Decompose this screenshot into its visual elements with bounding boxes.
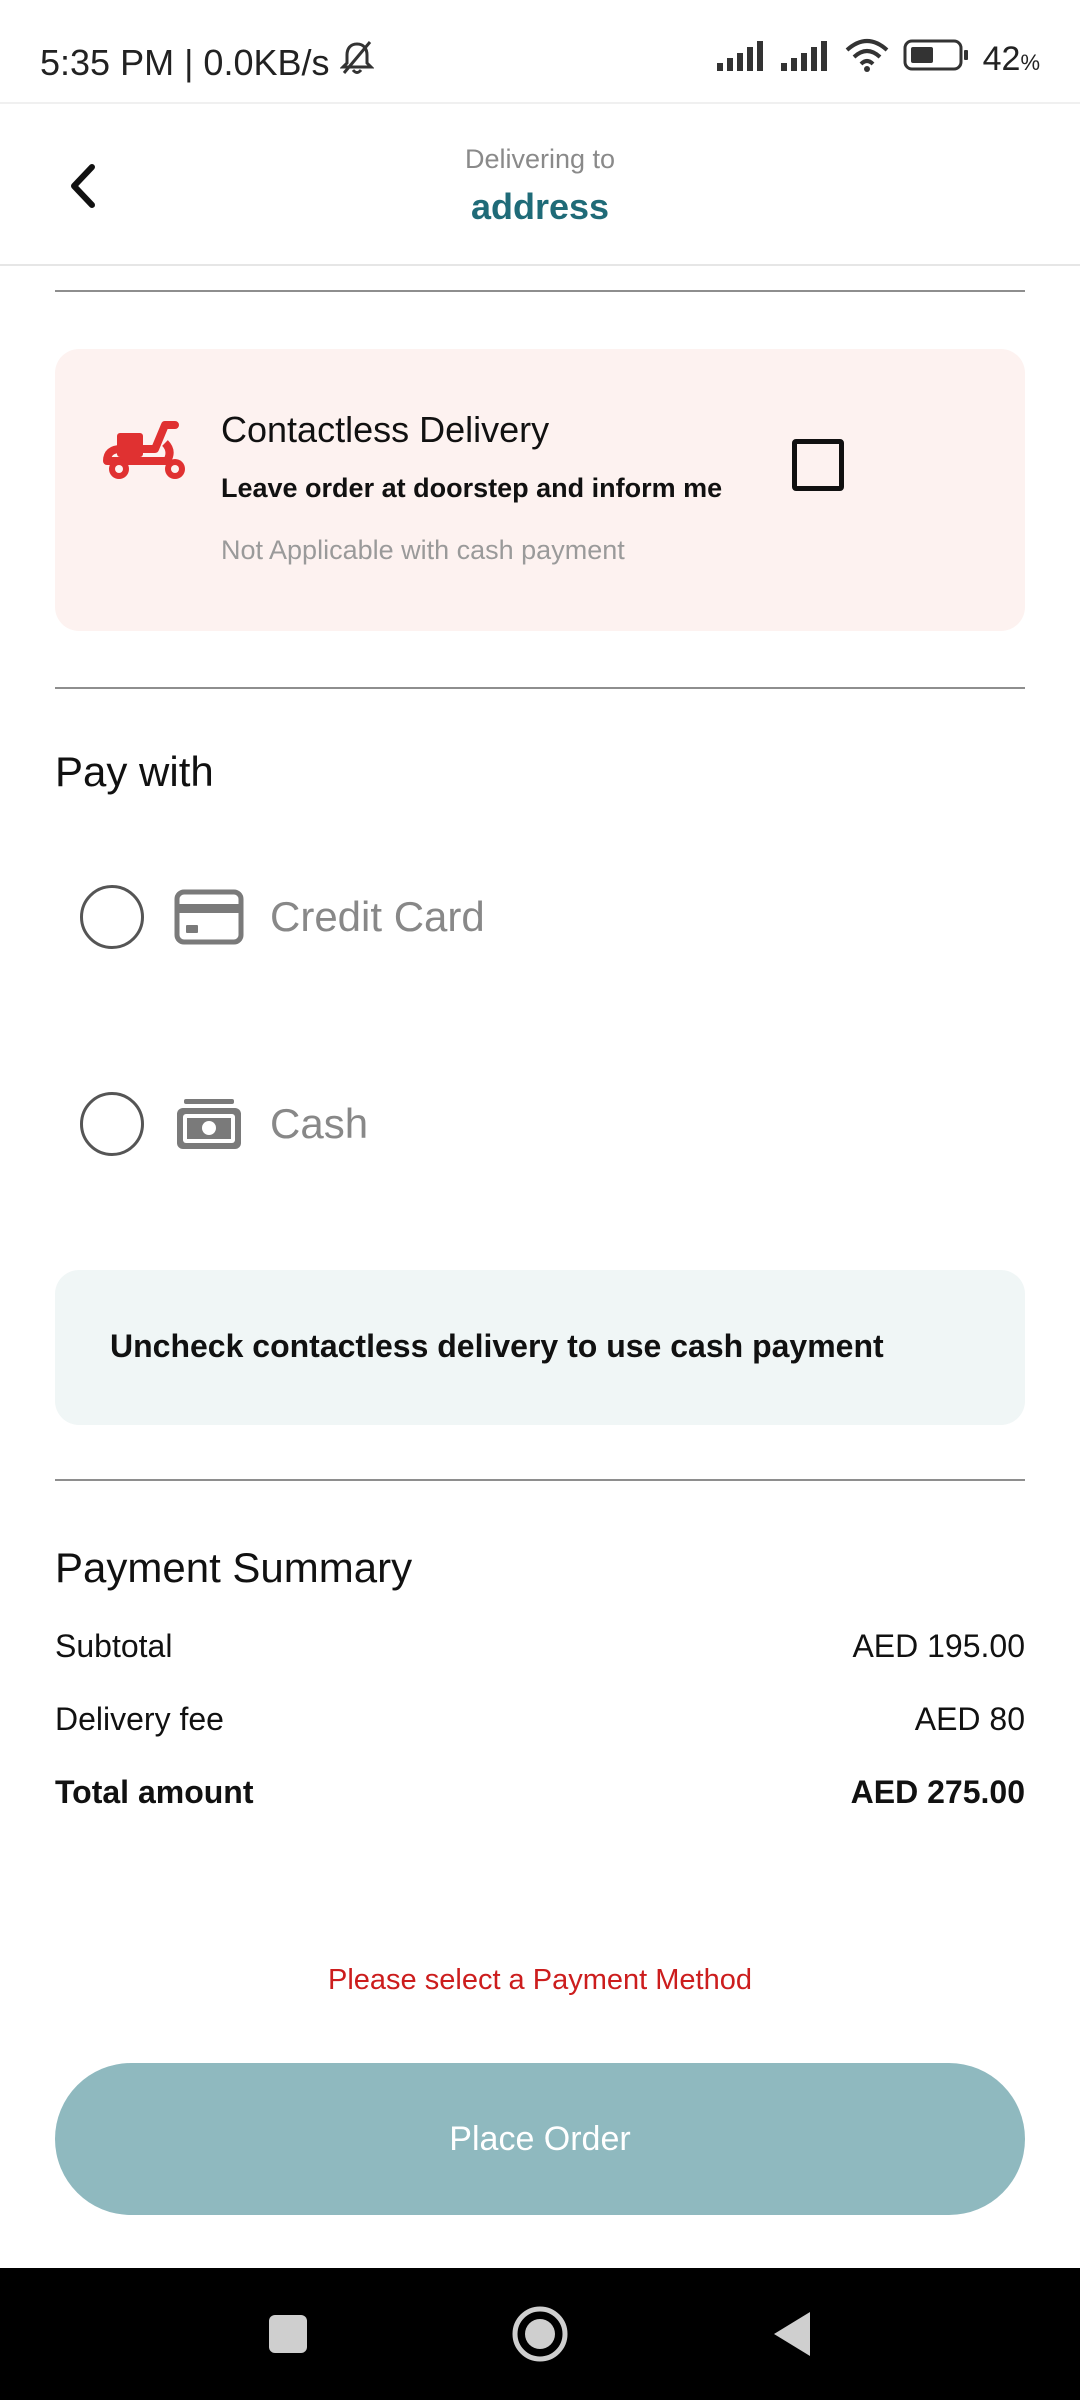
divider <box>55 1479 1025 1481</box>
status-time: 5:35 PM | 0.0KB/s <box>40 40 375 85</box>
credit-card-icon <box>174 887 244 947</box>
summary-label: Delivery fee <box>55 1701 224 1737</box>
contactless-delivery-card: Contactless Delivery Leave order at door… <box>55 349 1025 631</box>
divider <box>55 290 1025 292</box>
scooter-icon <box>103 419 189 483</box>
contactless-title: Contactless Delivery <box>221 409 550 450</box>
summary-row-delivery-fee: Delivery fee AED 80 <box>55 1701 1025 1738</box>
recent-apps-button[interactable] <box>228 2268 348 2400</box>
home-circle-icon <box>512 2306 568 2362</box>
cash-radio[interactable] <box>80 1092 144 1156</box>
square-icon <box>269 2315 307 2353</box>
divider <box>55 687 1025 689</box>
summary-value: AED 195.00 <box>852 1628 1025 1664</box>
summary-label: Total amount <box>55 1774 254 1810</box>
cash-icon <box>174 1094 244 1154</box>
summary-row-subtotal: Subtotal AED 195.00 <box>55 1628 1025 1665</box>
navigation-bar <box>0 2268 1080 2400</box>
battery-percent: 42% <box>982 40 1040 78</box>
credit-card-radio[interactable] <box>80 885 144 949</box>
signal-icon <box>716 39 767 80</box>
back-nav-button[interactable] <box>732 2268 852 2400</box>
status-icons: 42% <box>716 38 1040 81</box>
summary-row-total: Total amount AED 275.00 <box>55 1774 1025 1811</box>
cash-info-text: Uncheck contactless delivery to use cash… <box>110 1328 884 1364</box>
payment-summary-title: Payment Summary <box>55 1544 413 1591</box>
contactless-description: Leave order at doorstep and inform me <box>221 473 723 503</box>
credit-card-label: Credit Card <box>270 893 485 940</box>
summary-value: AED 275.00 <box>850 1774 1025 1810</box>
summary-value: AED 80 <box>914 1701 1025 1737</box>
contactless-note: Not Applicable with cash payment <box>221 535 625 565</box>
delivery-address[interactable]: address <box>0 186 1080 228</box>
cash-info-box: Uncheck contactless delivery to use cash… <box>55 1270 1025 1425</box>
mute-bell-icon <box>338 40 375 85</box>
payment-option-cash[interactable]: Cash <box>80 1069 1020 1179</box>
battery-icon <box>903 39 969 80</box>
pay-with-title: Pay with <box>55 748 214 795</box>
cash-label: Cash <box>270 1100 369 1147</box>
status-time-text: 5:35 PM | 0.0KB/s <box>40 41 330 83</box>
signal-icon-2 <box>780 39 831 80</box>
wifi-icon <box>845 38 889 81</box>
status-bar: 5:35 PM | 0.0KB/s 42% <box>0 0 1080 102</box>
place-order-button[interactable]: Place Order <box>55 2063 1025 2215</box>
payment-option-credit-card[interactable]: Credit Card <box>80 862 1020 972</box>
contactless-checkbox[interactable] <box>792 439 844 491</box>
header-subtitle: Delivering to <box>464 144 616 174</box>
summary-label: Subtotal <box>55 1628 173 1664</box>
header: Delivering to address <box>0 102 1080 266</box>
triangle-back-icon <box>774 2312 810 2356</box>
payment-error-message: Please select a Payment Method <box>328 1964 752 1996</box>
home-button[interactable] <box>480 2268 600 2400</box>
